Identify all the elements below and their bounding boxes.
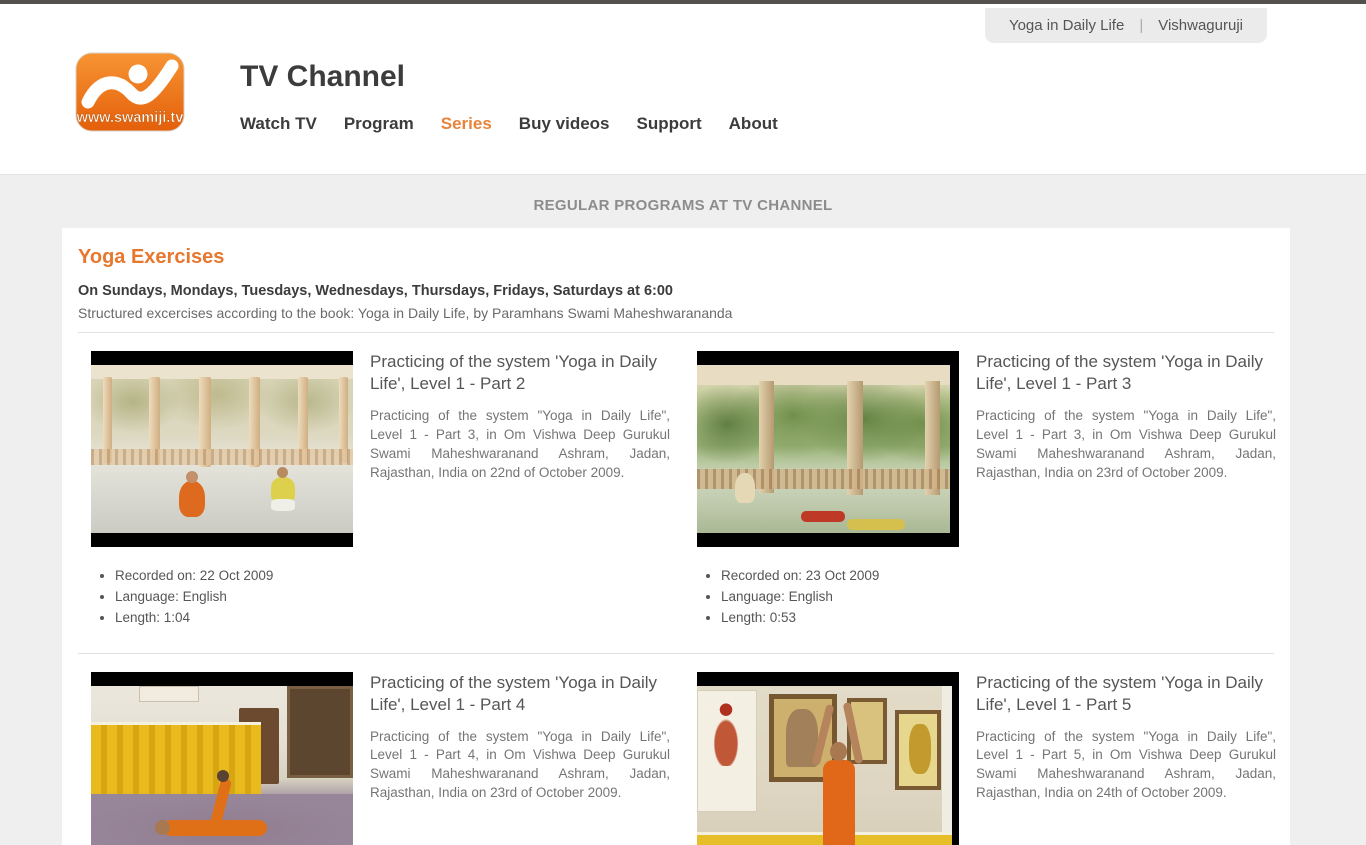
thumbnail-art bbox=[91, 686, 353, 845]
video-thumbnail-part5[interactable] bbox=[697, 672, 959, 845]
video-row: Practicing of the system 'Yoga in Daily … bbox=[62, 654, 1290, 845]
logo-url-text: www.swamiji.tv bbox=[76, 110, 184, 126]
meta-language: Language: English bbox=[115, 588, 353, 606]
topbar-separator: | bbox=[1139, 17, 1143, 34]
video-text-column: Practicing of the system 'Yoga in Daily … bbox=[976, 672, 1276, 845]
link-yoga-in-daily-life[interactable]: Yoga in Daily Life bbox=[1009, 17, 1124, 34]
thumb-column bbox=[697, 672, 959, 845]
program-card: Yoga Exercises On Sundays, Mondays, Tues… bbox=[62, 228, 1290, 845]
video-thumbnail-part4[interactable] bbox=[91, 672, 353, 845]
nav-watch-tv[interactable]: Watch TV bbox=[240, 114, 317, 134]
nav-support[interactable]: Support bbox=[637, 114, 702, 134]
video-item-part5: Practicing of the system 'Yoga in Daily … bbox=[684, 672, 1290, 845]
nav-series[interactable]: Series bbox=[441, 114, 492, 134]
video-item-part2: Recorded on: 22 Oct 2009 Language: Engli… bbox=[78, 351, 684, 631]
link-vishwaguruji[interactable]: Vishwaguruji bbox=[1158, 17, 1243, 34]
meta-language: Language: English bbox=[721, 588, 959, 606]
video-thumbnail-part3[interactable] bbox=[697, 351, 959, 547]
thumbnail-art bbox=[697, 365, 950, 533]
video-description: Practicing of the system "Yoga in Daily … bbox=[976, 407, 1276, 483]
video-meta-list: Recorded on: 23 Oct 2009 Language: Engli… bbox=[707, 567, 959, 628]
video-text-column: Practicing of the system 'Yoga in Daily … bbox=[370, 351, 670, 631]
video-description: Practicing of the system "Yoga in Daily … bbox=[976, 728, 1276, 804]
video-description: Practicing of the system "Yoga in Daily … bbox=[370, 728, 670, 804]
thumbnail-art bbox=[697, 686, 952, 845]
thumb-column bbox=[91, 672, 353, 845]
thumb-column: Recorded on: 22 Oct 2009 Language: Engli… bbox=[91, 351, 353, 631]
video-meta-list: Recorded on: 22 Oct 2009 Language: Engli… bbox=[101, 567, 353, 628]
program-note: Structured excercises according to the b… bbox=[78, 305, 1274, 321]
video-title-part4[interactable]: Practicing of the system 'Yoga in Daily … bbox=[370, 672, 670, 717]
swamiji-logo-art: www.swamiji.tv bbox=[75, 52, 185, 132]
meta-recorded: Recorded on: 23 Oct 2009 bbox=[721, 567, 959, 585]
page-title: TV Channel bbox=[240, 60, 405, 94]
main-nav: Watch TV Program Series Buy videos Suppo… bbox=[240, 114, 778, 134]
video-item-part3: Recorded on: 23 Oct 2009 Language: Engli… bbox=[684, 351, 1290, 631]
video-text-column: Practicing of the system 'Yoga in Daily … bbox=[370, 672, 670, 845]
video-text-column: Practicing of the system 'Yoga in Daily … bbox=[976, 351, 1276, 631]
video-description: Practicing of the system "Yoga in Daily … bbox=[370, 407, 670, 483]
thumb-column: Recorded on: 23 Oct 2009 Language: Engli… bbox=[697, 351, 959, 631]
video-title-part2[interactable]: Practicing of the system 'Yoga in Daily … bbox=[370, 351, 670, 396]
meta-length: Length: 1:04 bbox=[115, 609, 353, 627]
section-heading: REGULAR PROGRAMS AT TV CHANNEL bbox=[0, 175, 1366, 214]
top-links-bar: Yoga in Daily Life | Vishwaguruji bbox=[985, 8, 1267, 43]
swamiji-tv-logo[interactable]: www.swamiji.tv bbox=[75, 52, 185, 132]
content-band: REGULAR PROGRAMS AT TV CHANNEL Yoga Exer… bbox=[0, 174, 1366, 845]
video-item-part4: Practicing of the system 'Yoga in Daily … bbox=[78, 672, 684, 845]
nav-program[interactable]: Program bbox=[344, 114, 414, 134]
video-thumbnail-part2[interactable] bbox=[91, 351, 353, 547]
video-row: Recorded on: 22 Oct 2009 Language: Engli… bbox=[62, 333, 1290, 631]
nav-buy-videos[interactable]: Buy videos bbox=[519, 114, 610, 134]
video-title-part5[interactable]: Practicing of the system 'Yoga in Daily … bbox=[976, 672, 1276, 717]
video-title-part3[interactable]: Practicing of the system 'Yoga in Daily … bbox=[976, 351, 1276, 396]
program-title: Yoga Exercises bbox=[78, 246, 1274, 269]
thumbnail-art bbox=[91, 365, 353, 533]
meta-recorded: Recorded on: 22 Oct 2009 bbox=[115, 567, 353, 585]
program-card-header: Yoga Exercises On Sundays, Mondays, Tues… bbox=[62, 228, 1290, 333]
program-schedule: On Sundays, Mondays, Tuesdays, Wednesday… bbox=[78, 283, 1274, 299]
nav-about[interactable]: About bbox=[729, 114, 778, 134]
site-header: Yoga in Daily Life | Vishwaguruji www.sw… bbox=[0, 4, 1366, 174]
meta-length: Length: 0:53 bbox=[721, 609, 959, 627]
